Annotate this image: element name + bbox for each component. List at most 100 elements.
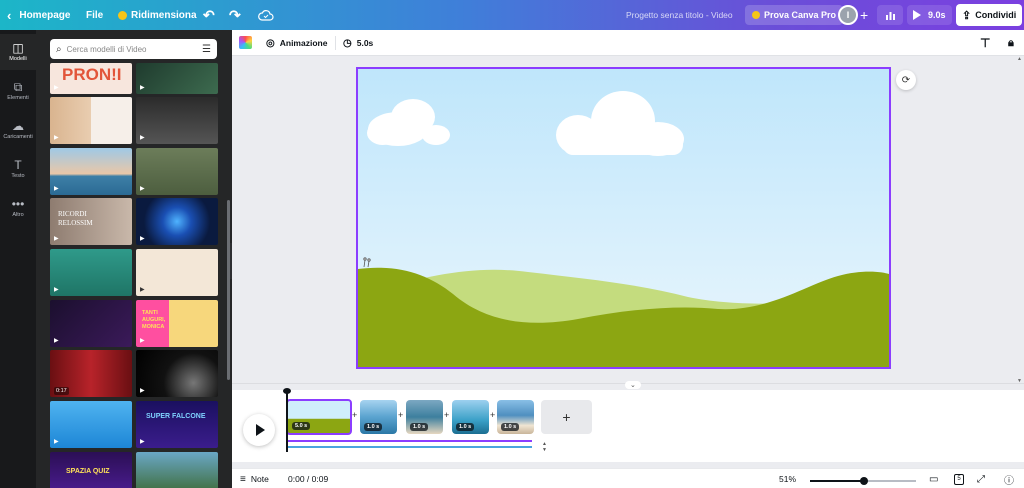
sidebar-item-label: Testo	[11, 173, 25, 179]
add-collaborator-button[interactable]: +	[860, 0, 868, 30]
template-thumbnail[interactable]: ▶	[50, 148, 132, 195]
resize-button[interactable]: Ridimensiona	[118, 0, 197, 30]
search-box: ⌕ ☰	[50, 39, 217, 59]
design-canvas[interactable]	[356, 67, 891, 369]
timeline-clip[interactable]: 1.0 s	[452, 400, 489, 434]
chevron-down-icon: ⌄	[625, 381, 641, 389]
video-icon: ▶	[140, 338, 145, 344]
lock-button[interactable]: 🔒︎	[1008, 30, 1014, 56]
present-play-button[interactable]: 9.0s	[907, 5, 952, 25]
template-thumbnail[interactable]: ▶	[136, 63, 218, 94]
notes-icon: ≡	[240, 473, 246, 485]
fullscreen-button[interactable]: ⤢	[977, 469, 985, 488]
audio-track-purple[interactable]	[286, 440, 532, 442]
timeline-clip[interactable]: 1.0 s	[406, 400, 443, 434]
filter-icon[interactable]: ☰	[202, 44, 211, 55]
zoom-slider[interactable]	[810, 477, 916, 485]
video-icon: ▶	[54, 236, 59, 242]
search-input[interactable]	[66, 44, 203, 54]
template-thumbnail[interactable]: ▶	[136, 148, 218, 195]
video-icon: ▶	[54, 135, 59, 141]
animation-button[interactable]: ◎ Animazione	[266, 30, 327, 56]
playback-time: 0:00 / 0:09	[288, 474, 329, 484]
video-icon: ▶	[140, 236, 145, 242]
audio-track-blue[interactable]	[286, 446, 532, 448]
canvas-scrollbar[interactable]: ▲ ▼	[1016, 56, 1024, 386]
add-transition-button[interactable]: +	[398, 410, 403, 420]
search-icon: ⌕	[56, 43, 62, 55]
sidebar-item-templates[interactable]: ◫ Modelli	[0, 34, 36, 70]
video-icon: ▶	[54, 186, 59, 192]
template-thumbnail[interactable]: ▶	[50, 401, 132, 448]
clip-duration: 1.0 s	[364, 423, 383, 431]
sidebar-item-more[interactable]: ••• Altro	[0, 190, 36, 226]
template-thumbnail[interactable]: ▶	[50, 97, 132, 144]
chevron-left-icon: ‹	[7, 7, 12, 23]
undo-button[interactable]: ↶	[203, 0, 215, 30]
share-button[interactable]: ⇪ Condividi	[956, 4, 1023, 26]
template-thumbnail[interactable]: PRON!I ▶	[50, 63, 132, 94]
template-thumbnail[interactable]	[136, 452, 218, 488]
sidebar-item-label: Caricamenti	[3, 134, 33, 140]
zoom-level[interactable]: 51%	[779, 469, 796, 488]
try-pro-button[interactable]: Prova Canva Pro	[745, 5, 844, 25]
template-thumbnail[interactable]: 0:17	[50, 350, 132, 397]
avatar[interactable]: I	[838, 5, 858, 25]
timeline-play-button[interactable]	[243, 414, 275, 446]
sidebar-item-text[interactable]: T Testo	[0, 151, 36, 187]
cloud-upload-icon: ☁	[12, 119, 24, 133]
notes-button[interactable]: ≡ Note	[240, 469, 269, 488]
track-stepper-icon[interactable]: ▲ ▼	[542, 441, 547, 453]
template-thumbnail[interactable]: ▶	[136, 97, 218, 144]
sidebar-item-elements[interactable]: ⧉ Elementi	[0, 73, 36, 109]
color-picker-button[interactable]	[239, 36, 252, 49]
regenerate-button[interactable]: ⟳	[896, 70, 916, 90]
add-page-button[interactable]: +	[541, 400, 592, 434]
help-button[interactable]: ⓘ	[1004, 469, 1014, 488]
share-label: Condividi	[975, 10, 1017, 20]
landscape-illustration	[358, 69, 889, 367]
file-menu-button[interactable]: File	[86, 0, 103, 30]
clip-duration: 1.0 s	[501, 423, 520, 431]
timeline-clip[interactable]: 5.0 s	[286, 399, 352, 435]
template-thumbnail[interactable]: SPAZIA QUIZ	[50, 452, 132, 488]
duration-button[interactable]: ◷ 5.0s	[343, 30, 373, 56]
resize-label: Ridimensiona	[131, 9, 197, 21]
video-icon: ▶	[140, 186, 145, 192]
add-transition-button[interactable]: +	[352, 410, 357, 420]
back-label: Homepage	[19, 9, 71, 21]
crown-icon	[752, 11, 760, 19]
redo-button[interactable]: ↷	[229, 0, 241, 30]
playhead[interactable]	[283, 388, 291, 452]
zoom-slider-handle[interactable]	[860, 477, 869, 485]
clip-duration: 5.0 s	[292, 422, 311, 430]
cloud-save-icon	[258, 0, 274, 30]
template-thumbnail[interactable]: ▶	[50, 300, 132, 347]
template-text: SUPER FALCONE	[146, 413, 206, 420]
template-thumbnail[interactable]: TANTI AUGURI, MONICA ▶	[136, 300, 218, 347]
page-count-button[interactable]: 5	[954, 469, 964, 488]
template-text: TANTI AUGURI, MONICA	[142, 310, 166, 330]
grid-view-button[interactable]: ▭	[929, 469, 938, 488]
add-transition-button[interactable]: +	[444, 410, 449, 420]
sidebar-item-uploads[interactable]: ☁ Caricamenti	[0, 112, 36, 148]
back-to-home-button[interactable]: ‹ Homepage	[7, 0, 70, 30]
template-thumbnail[interactable]: ▶	[136, 198, 218, 245]
project-title[interactable]: Progetto senza titolo - Video	[626, 0, 733, 30]
timeline-resize-handle[interactable]: ⌄	[232, 381, 1024, 390]
template-thumbnail[interactable]: ▶	[136, 350, 218, 397]
video-icon: ▶	[54, 85, 59, 91]
clip-duration: 1.0 s	[456, 423, 475, 431]
template-thumbnail[interactable]: ▶	[50, 249, 132, 296]
timeline-clip[interactable]: 1.0 s	[360, 400, 397, 434]
timeline-clip[interactable]: 1.0 s	[497, 400, 534, 434]
analytics-button[interactable]	[877, 5, 903, 25]
add-transition-button[interactable]: +	[490, 410, 495, 420]
copy-style-button[interactable]: ⊤	[980, 30, 990, 56]
panel-scrollbar[interactable]	[227, 200, 230, 380]
template-thumbnail[interactable]: ▶	[136, 249, 218, 296]
template-thumbnail[interactable]: RICORDI RELOSSIM ▶	[50, 198, 132, 245]
video-icon: ▶	[140, 287, 145, 293]
template-thumbnail[interactable]: SUPER FALCONE ▶	[136, 401, 218, 448]
clip-duration: 1.0 s	[410, 423, 429, 431]
